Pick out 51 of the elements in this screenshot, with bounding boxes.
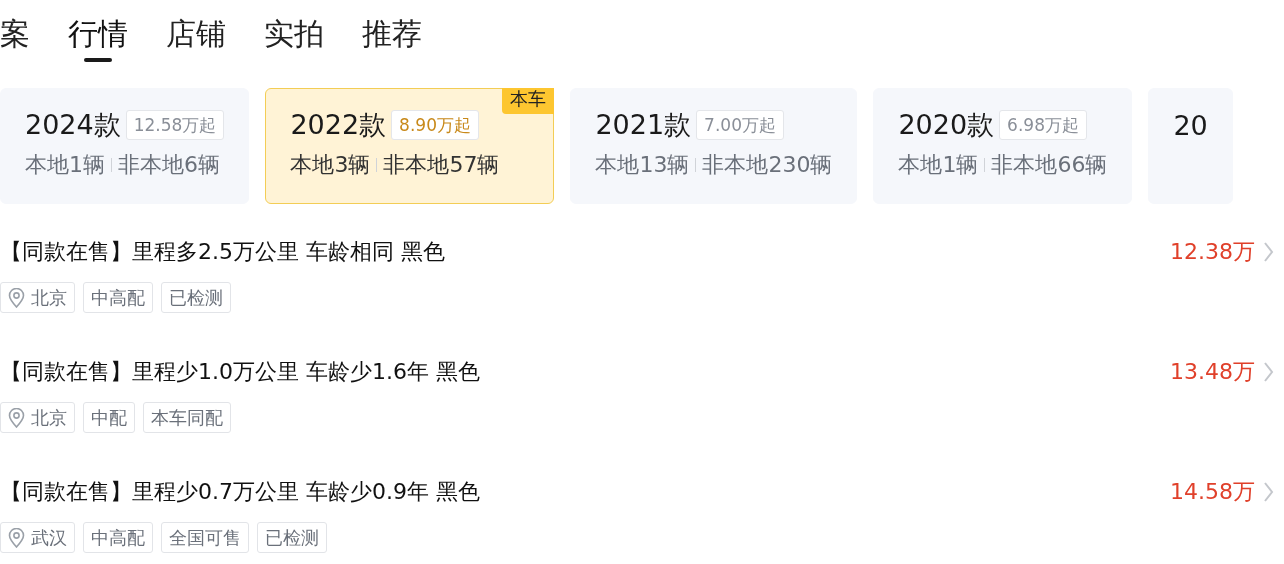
price-tag: 12.58万起: [125, 110, 225, 140]
city-name: 武汉: [31, 525, 67, 550]
year-card[interactable]: 2020款 6.98万起 本地1辆 非本地66辆: [873, 88, 1133, 204]
tab[interactable]: 实拍: [264, 14, 324, 54]
tab-underline: [84, 58, 112, 62]
feature-tag: 全国可售: [161, 522, 249, 553]
price-tag: 6.98万起: [999, 110, 1087, 140]
nonlocal-count: 非本地6辆: [118, 151, 220, 179]
feature-tag: 中配: [83, 402, 135, 433]
listing-title[interactable]: 【同款在售】里程少0.7万公里 车龄少0.9年 黑色: [0, 477, 1170, 507]
city-name: 北京: [31, 405, 67, 430]
listing-price: 12.38万: [1170, 238, 1255, 266]
city-name: 北京: [31, 285, 67, 310]
local-count: 本地1辆: [25, 151, 105, 179]
model-year: 2021款: [595, 108, 692, 142]
nonlocal-count: 非本地57辆: [383, 151, 500, 179]
listing-title[interactable]: 【同款在售】里程少1.0万公里 车龄少1.6年 黑色: [0, 357, 1170, 387]
location-pin-icon: [8, 527, 25, 548]
local-count: 本地13辆: [595, 151, 690, 179]
listing-price: 13.48万: [1170, 358, 1255, 386]
current-car-badge: 本车: [502, 88, 555, 114]
listing-price: 14.58万: [1170, 478, 1255, 506]
price-tag: 7.00万起: [696, 110, 784, 140]
model-year: 2022款: [290, 108, 387, 142]
model-year: 20: [1173, 109, 1208, 141]
feature-tag: 已检测: [161, 282, 231, 313]
tab[interactable]: 案: [0, 14, 30, 54]
tab[interactable]: 行情: [68, 14, 128, 54]
local-count: 本地3辆: [290, 151, 371, 179]
tab[interactable]: 店铺: [166, 14, 226, 54]
location-pin-icon: [8, 287, 25, 308]
chevron-icon[interactable]: [1263, 241, 1274, 263]
location-pin-icon: [8, 407, 25, 428]
listing-title[interactable]: 【同款在售】里程多2.5万公里 车龄相同 黑色: [0, 237, 1170, 267]
year-card[interactable]: 2024款 12.58万起 本地1辆 非本地6辆: [0, 88, 250, 204]
model-year: 2024款: [25, 108, 121, 142]
chevron-icon[interactable]: [1263, 361, 1274, 383]
year-card[interactable]: 20: [1148, 88, 1233, 204]
feature-tag: 已检测: [257, 522, 327, 553]
local-count: 本地1辆: [898, 151, 979, 179]
year-card[interactable]: 2021款 7.00万起 本地13辆 非本地230辆: [570, 88, 858, 204]
nonlocal-count: 非本地66辆: [991, 151, 1108, 179]
feature-tag: 本车同配: [143, 402, 231, 433]
model-year: 2020款: [898, 108, 995, 142]
price-tag: 8.90万起: [391, 110, 479, 140]
year-card[interactable]: 本车 2022款 8.90万起 本地3辆 非本地57辆: [265, 88, 555, 204]
feature-tag: 中高配: [83, 522, 153, 553]
tab[interactable]: 推荐: [362, 14, 422, 54]
nonlocal-count: 非本地230辆: [702, 151, 833, 179]
feature-tag: 中高配: [83, 282, 153, 313]
chevron-icon[interactable]: [1263, 481, 1274, 503]
